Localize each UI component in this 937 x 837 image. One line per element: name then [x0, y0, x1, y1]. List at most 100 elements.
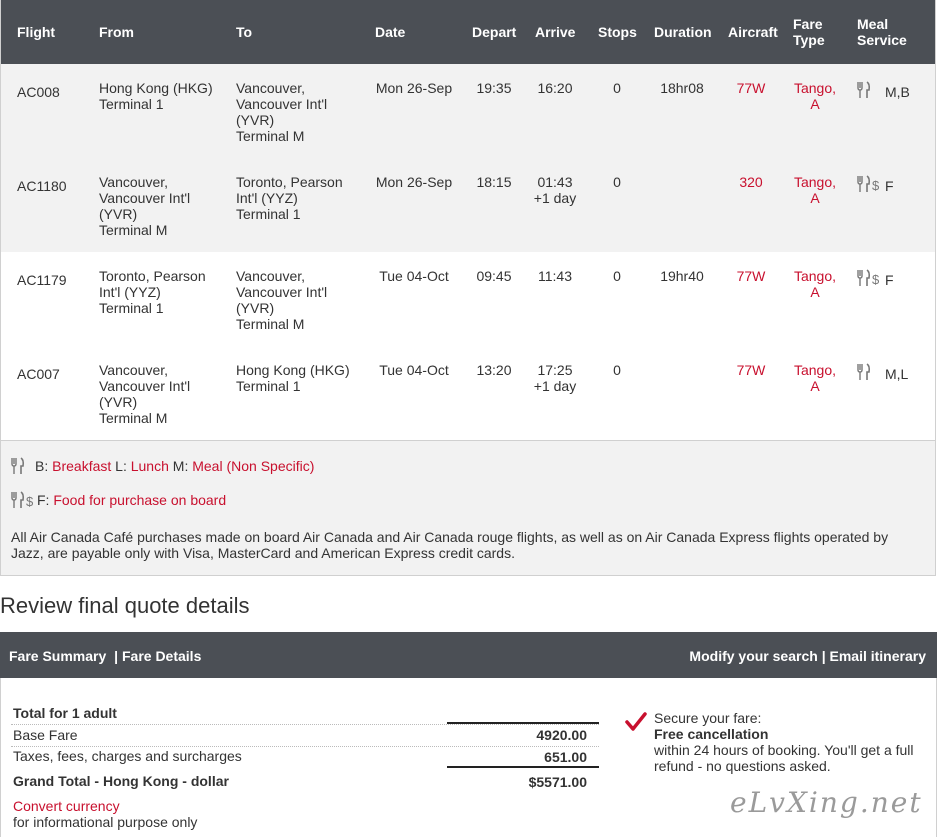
flight-date: Mon 26-Sep	[375, 174, 453, 190]
watermark: eLvXing.net	[730, 786, 923, 819]
checkmark-icon	[625, 712, 647, 731]
meal-icon	[857, 81, 871, 99]
arrive-time: 01:43 +1 day	[531, 174, 579, 206]
aircraft-link[interactable]: 77W	[727, 80, 775, 96]
quote-tab-bar: Fare Summary | Fare Details Modify your …	[0, 632, 937, 678]
header-fare-type: Fare Type	[793, 16, 825, 48]
quote-tabs: Fare Summary | Fare Details	[9, 648, 201, 664]
convert-currency-link[interactable]: Convert currency	[13, 798, 120, 814]
to-line: Terminal 1	[236, 378, 301, 394]
header-date: Date	[375, 24, 406, 40]
from-location: Vancouver, Vancouver Int'l (YVR) Terminal M	[99, 362, 229, 426]
from-location: Vancouver, Vancouver Int'l (YVR) Terminal M	[99, 174, 229, 238]
arrive-line: 16:20	[537, 80, 573, 96]
fork-knife-dollar-icon: $	[857, 175, 880, 193]
email-itinerary-link[interactable]: Email itinerary	[830, 648, 927, 664]
header-meal-line2: Service	[857, 32, 907, 48]
fare-line: A	[810, 190, 820, 206]
fare-type-link[interactable]: Tango, A	[787, 80, 843, 112]
fare-line: A	[810, 378, 820, 394]
secure-text: Secure your fare: Free cancellation with…	[654, 710, 924, 774]
tab-fare-details[interactable]: | Fare Details	[114, 648, 201, 664]
taxes-label: Taxes, fees, charges and surcharges	[13, 748, 242, 764]
flight-number: AC008	[17, 84, 60, 100]
fare-type-link[interactable]: Tango, A	[787, 362, 843, 394]
header-duration: Duration	[654, 24, 712, 40]
fork-knife-icon	[857, 363, 871, 380]
to-line: Terminal M	[236, 128, 305, 144]
modify-search-link[interactable]: Modify your search	[689, 648, 817, 664]
flight-date: Tue 04-Oct	[379, 268, 449, 284]
convert-currency-note: for informational purpose only	[13, 814, 198, 830]
header-fare-type-line1: Fare	[793, 16, 823, 32]
cancellation-details: within 24 hours of booking. You'll get a…	[654, 742, 914, 774]
meal-icon: $	[857, 269, 881, 287]
free-cancellation-label: Free cancellation	[654, 726, 769, 742]
depart-time: 19:35	[476, 80, 512, 96]
to-line: Terminal M	[236, 316, 305, 332]
header-arrive: Arrive	[535, 24, 576, 40]
from-location: Toronto, Pearson Int'l (YYZ) Terminal 1	[99, 268, 229, 316]
meal-service: M,L	[885, 366, 909, 382]
base-fare-value: 4920.00	[536, 727, 587, 743]
flight-duration: 19hr40	[660, 268, 704, 284]
flight-number: AC1179	[17, 272, 67, 288]
legend-payment-note: All Air Canada Café purchases made on bo…	[11, 529, 889, 561]
to-location: Vancouver, Vancouver Int'l (YVR) Terminal M	[236, 268, 366, 332]
legend-meal-non-specific: Meal (Non Specific)	[192, 458, 315, 474]
flight-date: Tue 04-Oct	[379, 362, 449, 378]
meal-icon: $	[857, 175, 881, 193]
arrive-line: 11:43	[538, 268, 572, 284]
divider-dotted-2	[11, 746, 599, 747]
fare-type-link[interactable]: Tango, A	[787, 174, 843, 206]
from-line: Vancouver,	[99, 362, 169, 378]
from-line: (YVR)	[99, 394, 138, 410]
grand-total-value: $5571.00	[528, 774, 587, 790]
fork-knife-dollar-icon: $	[11, 491, 34, 509]
base-fare-label: Base Fare	[13, 727, 78, 743]
header-to: To	[236, 24, 253, 40]
stops-count: 0	[613, 268, 621, 284]
legend-lunch: Lunch	[130, 458, 169, 474]
aircraft-link[interactable]: 77W	[727, 268, 775, 284]
depart-time: 13:20	[476, 362, 512, 378]
fork-knife-icon	[11, 457, 25, 474]
from-line: Int'l (YYZ)	[99, 284, 161, 300]
fare-line: Tango,	[793, 362, 837, 378]
from-line: Terminal M	[99, 222, 168, 238]
meal-icon	[857, 363, 871, 381]
aircraft-link[interactable]: 320	[727, 174, 775, 190]
meal-service: F	[885, 272, 894, 288]
from-line: Toronto, Pearson	[99, 268, 206, 284]
legend-food-purchase: $ F: Food for purchase on board	[11, 491, 226, 509]
arrive-line: 01:43	[537, 174, 573, 190]
table-row: AC1180 Vancouver, Vancouver Int'l (YVR) Term…	[1, 158, 935, 252]
flight-date: Mon 26-Sep	[375, 80, 453, 96]
legend-breakfast: Breakfast	[52, 458, 112, 474]
header-meal-line1: Meal	[857, 16, 889, 32]
page-title: Review final quote details	[0, 593, 250, 618]
arrive-time: 16:20	[531, 80, 579, 96]
from-line: Vancouver,	[99, 174, 169, 190]
header-fare-type-line2: Type	[793, 32, 825, 48]
taxes-value: 651.00	[544, 749, 587, 765]
tab-fare-summary[interactable]: Fare Summary	[9, 648, 106, 664]
meal-service: M,B	[885, 84, 910, 100]
stops-count: 0	[613, 174, 621, 190]
fare-line: Tango,	[793, 80, 837, 96]
fare-line: A	[810, 284, 820, 300]
table-row: AC007 Vancouver, Vancouver Int'l (YVR) Termi…	[1, 346, 935, 440]
table-header: Flight From To Date Depart Arrive Stops …	[1, 0, 935, 64]
to-location: Toronto, Pearson Int'l (YYZ) Terminal 1	[236, 174, 366, 222]
svg-text:$: $	[872, 272, 880, 287]
divider-dotted-1	[11, 724, 599, 725]
fare-type-link[interactable]: Tango, A	[787, 268, 843, 300]
fare-line: A	[810, 96, 820, 112]
depart-time: 18:15	[476, 174, 512, 190]
aircraft-link[interactable]: 77W	[727, 362, 775, 378]
flight-duration: 18hr08	[660, 80, 704, 96]
fare-line: Tango,	[793, 174, 837, 190]
stops-count: 0	[613, 362, 621, 378]
fork-knife-icon	[857, 81, 871, 98]
svg-text:$: $	[872, 178, 880, 193]
